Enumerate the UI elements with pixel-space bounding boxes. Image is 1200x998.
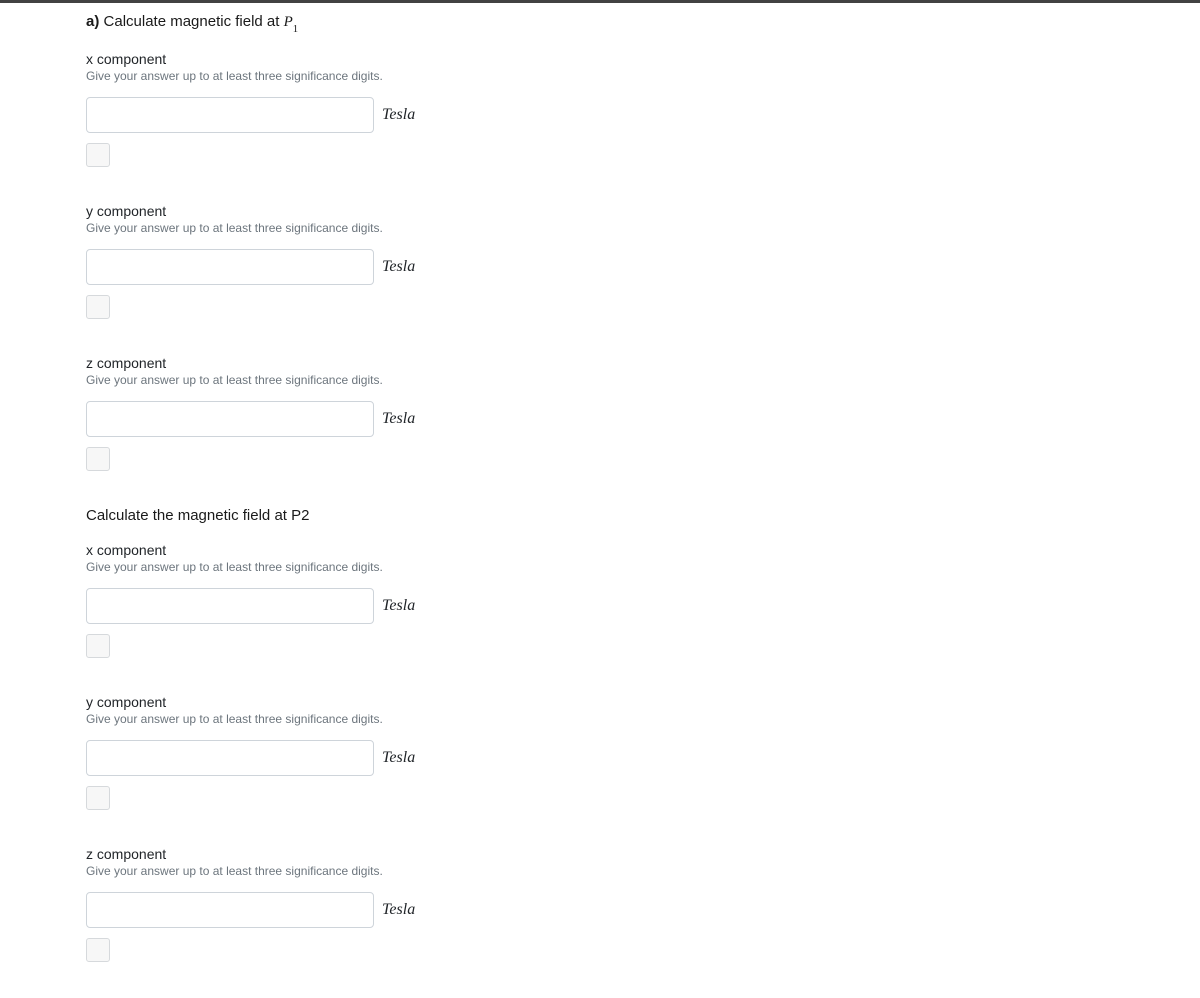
p1-z-input[interactable]: [86, 401, 374, 437]
p2-x-input[interactable]: [86, 588, 374, 624]
p1-x-hint: Give your answer up to at least three si…: [86, 69, 1200, 83]
p2-y-label: y component: [86, 694, 1200, 710]
p2-z-input[interactable]: [86, 892, 374, 928]
p2-y-component-block: y component Give your answer up to at le…: [86, 694, 1200, 814]
p2-y-unit: Tesla: [382, 749, 415, 767]
p2-x-component-block: x component Give your answer up to at le…: [86, 542, 1200, 662]
p1-x-input-row: Tesla: [86, 97, 1200, 133]
p1-y-unit: Tesla: [382, 258, 415, 276]
p1-z-action-button[interactable]: [86, 447, 110, 471]
p2-y-hint: Give your answer up to at least three si…: [86, 712, 1200, 726]
p1-z-hint: Give your answer up to at least three si…: [86, 373, 1200, 387]
p2-y-action-button[interactable]: [86, 786, 110, 810]
p2-z-component-block: z component Give your answer up to at le…: [86, 846, 1200, 966]
p1-x-label: x component: [86, 51, 1200, 67]
part-title-text: Calculate magnetic field at: [104, 13, 284, 30]
p1-z-input-row: Tesla: [86, 401, 1200, 437]
p2-z-input-row: Tesla: [86, 892, 1200, 928]
content-area: a) Calculate magnetic field at P1 x comp…: [0, 3, 1200, 966]
point-variable-p1: P: [284, 14, 293, 30]
p1-z-component-block: z component Give your answer up to at le…: [86, 355, 1200, 475]
p1-z-unit: Tesla: [382, 410, 415, 428]
p1-y-action-button[interactable]: [86, 295, 110, 319]
p2-y-input[interactable]: [86, 740, 374, 776]
p2-y-input-row: Tesla: [86, 740, 1200, 776]
part-a-title: a) Calculate magnetic field at P1: [86, 13, 1200, 33]
p1-y-label: y component: [86, 203, 1200, 219]
p2-x-unit: Tesla: [382, 597, 415, 615]
p1-x-action-button[interactable]: [86, 143, 110, 167]
p2-title-text: Calculate the magnetic field at: [86, 507, 291, 524]
p2-z-hint: Give your answer up to at least three si…: [86, 864, 1200, 878]
point-subscript-1: 1: [293, 23, 298, 35]
p1-y-input-row: Tesla: [86, 249, 1200, 285]
p2-x-label: x component: [86, 542, 1200, 558]
p2-section-title: Calculate the magnetic field at P2: [86, 507, 1200, 524]
part-letter: a): [86, 13, 99, 30]
p2-z-action-button[interactable]: [86, 938, 110, 962]
p1-y-hint: Give your answer up to at least three si…: [86, 221, 1200, 235]
p2-x-hint: Give your answer up to at least three si…: [86, 560, 1200, 574]
point-subscript-2: 2: [301, 507, 309, 524]
p1-x-component-block: x component Give your answer up to at le…: [86, 51, 1200, 171]
p2-z-unit: Tesla: [382, 901, 415, 919]
p2-x-input-row: Tesla: [86, 588, 1200, 624]
point-variable-p2: P: [291, 507, 301, 524]
p1-y-input[interactable]: [86, 249, 374, 285]
p1-x-unit: Tesla: [382, 106, 415, 124]
p2-z-label: z component: [86, 846, 1200, 862]
p2-x-action-button[interactable]: [86, 634, 110, 658]
p1-x-input[interactable]: [86, 97, 374, 133]
p1-z-label: z component: [86, 355, 1200, 371]
p1-y-component-block: y component Give your answer up to at le…: [86, 203, 1200, 323]
